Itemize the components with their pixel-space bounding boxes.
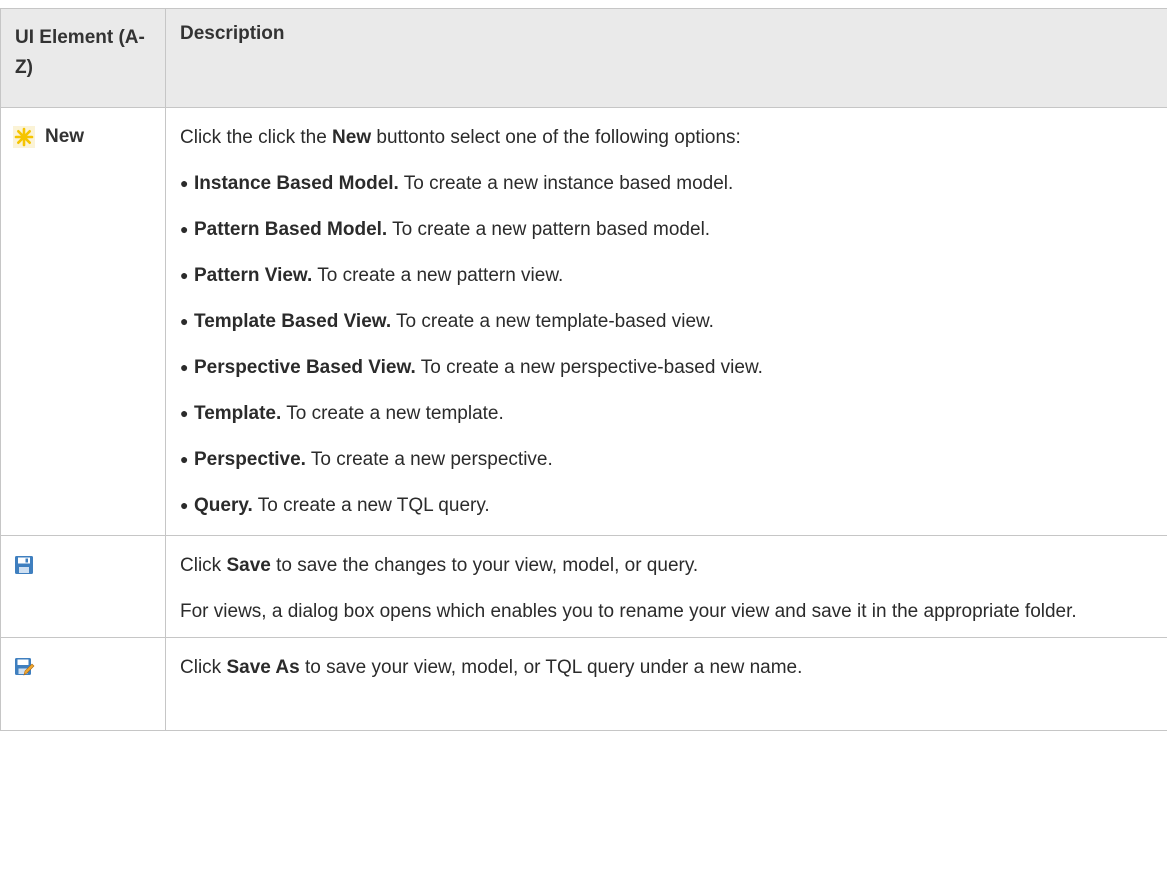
header-description: Description (165, 8, 1167, 108)
table-header-row: UI Element (A-Z) Description (0, 8, 1167, 108)
save-floppy-icon (13, 554, 35, 576)
table-row: Click Save to save the changes to your v… (0, 535, 1167, 638)
new-label: New (45, 126, 85, 147)
save-as-icon (13, 656, 35, 678)
description-cell: Click the click the New buttonto select … (165, 107, 1167, 536)
list-item: ● Pattern View. To create a new pattern v… (180, 265, 564, 286)
list-item: ● Pattern Based Model. To create a new pa… (180, 219, 711, 240)
ui-element-cell: New (0, 107, 166, 536)
list-item: ● Query. To create a new TQL query. (180, 495, 490, 516)
new-star-icon (13, 126, 35, 148)
table-row: New Click the click the New buttonto sel… (0, 107, 1167, 536)
description-cell: Click Save As to save your view, model, … (165, 637, 1167, 731)
ui-element-table: UI Element (A-Z) Description New Click t… (0, 8, 1167, 731)
new-options-list: ● Instance Based Model. To create a new i… (180, 170, 1153, 519)
ui-element-cell (0, 637, 166, 731)
save-views-note: For views, a dialog box opens which enab… (180, 601, 1077, 622)
save-description: Click Save to save the changes to your v… (180, 555, 699, 576)
save-as-description: Click Save As to save your view, model, … (180, 657, 803, 678)
list-item: ● Template. To create a new template. (180, 403, 504, 424)
list-item: ● Perspective Based View. To create a new… (180, 357, 763, 378)
list-item: ● Template Based View. To create a new te… (180, 311, 714, 332)
description-cell: Click Save to save the changes to your v… (165, 535, 1167, 638)
ui-element-cell (0, 535, 166, 638)
list-item: ● Instance Based Model. To create a new i… (180, 173, 734, 194)
list-item: ● Perspective. To create a new perspectiv… (180, 449, 553, 470)
new-intro: Click the click the New buttonto select … (180, 127, 741, 148)
table-row: Click Save As to save your view, model, … (0, 637, 1167, 731)
header-ui-element: UI Element (A-Z) (0, 8, 166, 108)
